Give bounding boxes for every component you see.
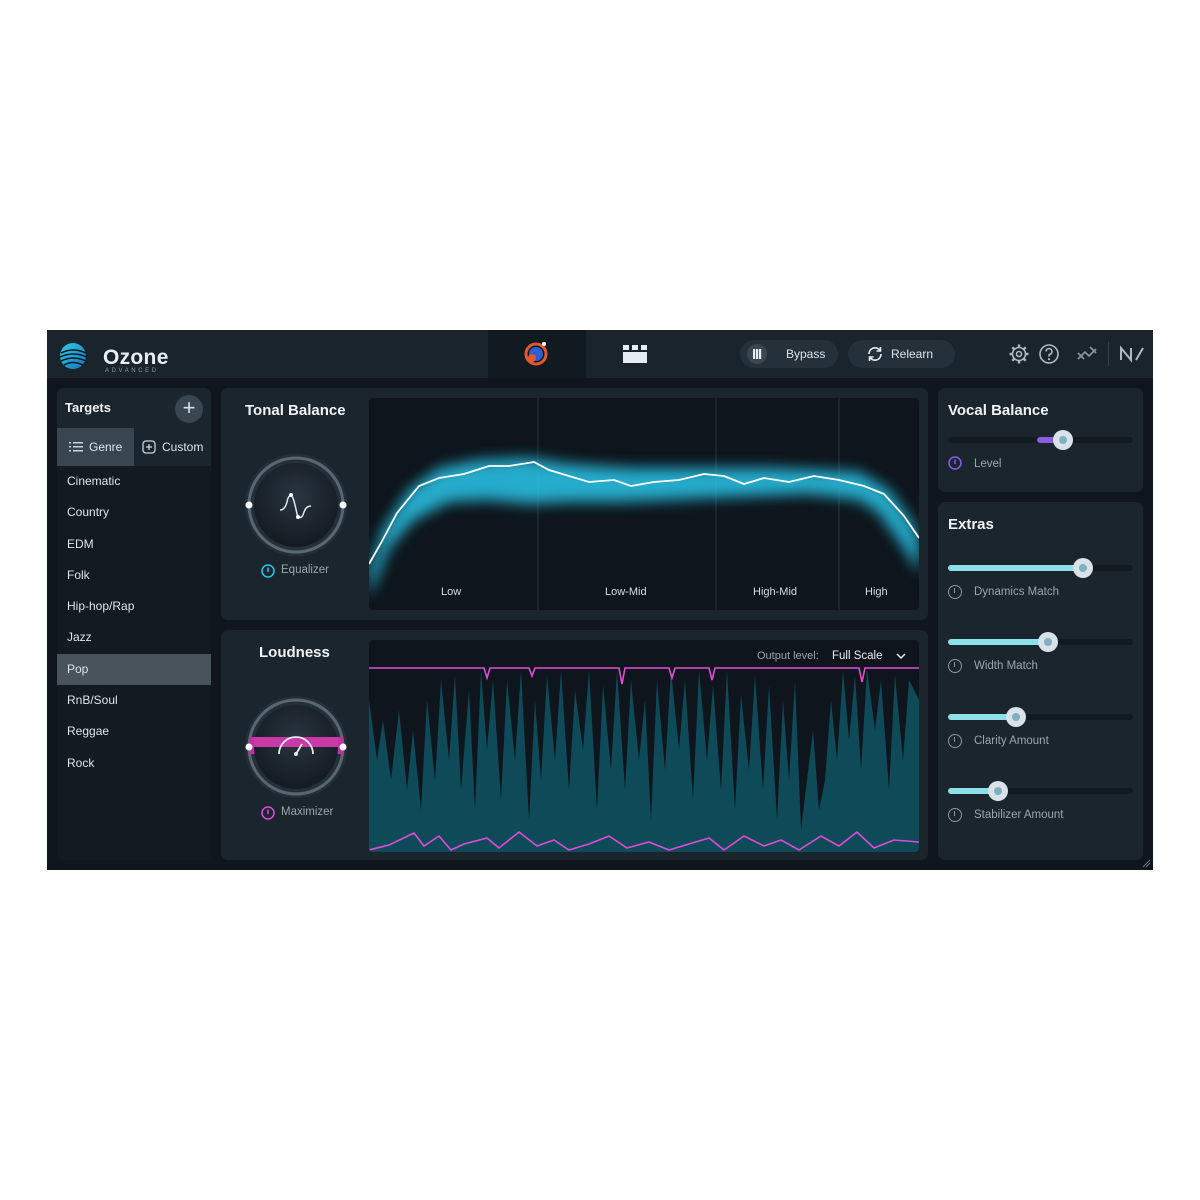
tonal-balance-graph: Low Low-Mid High-Mid High — [369, 398, 919, 610]
targets-title: Targets — [65, 400, 111, 415]
maximizer-knob[interactable] — [241, 692, 351, 802]
bypass-button[interactable]: Bypass — [740, 340, 838, 368]
slider-thumb[interactable] — [1073, 558, 1094, 578]
tonal-balance-curve — [369, 398, 919, 610]
slider-thumb[interactable] — [1006, 707, 1027, 727]
relearn-label: Relearn — [891, 347, 934, 361]
genre-item[interactable]: Jazz — [57, 622, 211, 653]
stabilizer-amount-label: Stabilizer Amount — [974, 809, 1064, 821]
loudness-waveform — [369, 667, 919, 852]
ozone-logo-icon — [59, 343, 88, 369]
route-icon[interactable] — [1075, 342, 1099, 366]
ni-logo-icon[interactable] — [1118, 342, 1146, 366]
band-label-low: Low — [441, 586, 462, 598]
equalizer-knob[interactable] — [241, 450, 351, 560]
maximizer-power-icon[interactable] — [261, 806, 275, 820]
loudness-panel: Loudness Maximizer Output level: Full Sc… — [221, 630, 928, 860]
extras-title: Extras — [948, 516, 994, 533]
level-label: Level — [974, 458, 1002, 470]
maximizer-knob-graphic — [245, 696, 347, 798]
equalizer-knob-graphic — [245, 454, 347, 556]
assistant-icon — [524, 342, 548, 366]
tonal-balance-title: Tonal Balance — [245, 402, 346, 419]
equalizer-label: Equalizer — [281, 564, 329, 576]
stabilizer-amount-power-icon[interactable] — [948, 808, 962, 822]
ozone-logo: Ozone ADVANCED — [57, 338, 177, 374]
tab-modules[interactable] — [587, 330, 685, 378]
genre-item[interactable]: Country — [57, 497, 211, 528]
genre-item[interactable]: Hip-hop/Rap — [57, 591, 211, 622]
slider-thumb[interactable] — [1037, 632, 1058, 652]
clarity-amount-label: Clarity Amount — [974, 735, 1049, 747]
tab-genre[interactable]: Genre — [57, 428, 134, 466]
modules-icon — [623, 345, 647, 363]
header-bar: Ozone ADVANCED Bypass Relearn — [47, 330, 1153, 378]
stabilizer-amount-slider[interactable] — [948, 781, 1133, 801]
app-edition: ADVANCED — [105, 368, 159, 374]
dynamics-match-label: Dynamics Match — [974, 586, 1059, 598]
targets-header: Targets + — [57, 388, 211, 428]
genre-item[interactable]: Reggae — [57, 716, 211, 747]
output-level-value: Full Scale — [832, 650, 883, 662]
genre-item[interactable]: Rock — [57, 748, 211, 779]
relearn-button[interactable]: Relearn — [848, 340, 955, 368]
header-divider — [1108, 342, 1109, 366]
slider-fill — [948, 565, 1084, 571]
equalizer-power-icon[interactable] — [261, 564, 275, 578]
genre-item[interactable]: EDM — [57, 529, 211, 560]
clarity-amount-slider[interactable] — [948, 707, 1133, 727]
resize-handle-icon[interactable] — [1141, 858, 1151, 868]
genre-item[interactable]: Cinematic — [57, 466, 211, 497]
level-slider[interactable] — [948, 430, 1133, 450]
ozone-window: Ozone ADVANCED Bypass Relearn Targets + … — [47, 330, 1153, 870]
loudness-title: Loudness — [259, 644, 330, 661]
extras-panel: Extras Dynamics Match Width Match Clarit… — [938, 502, 1143, 860]
tab-genre-label: Genre — [89, 440, 123, 454]
band-label-low-mid: Low-Mid — [605, 586, 647, 598]
output-level-label: Output level: — [757, 650, 819, 662]
tab-custom[interactable]: Custom — [134, 428, 211, 466]
relearn-icon — [868, 347, 882, 361]
maximizer-label: Maximizer — [281, 806, 334, 818]
help-icon[interactable] — [1037, 342, 1061, 366]
bypass-label: Bypass — [786, 347, 826, 361]
app-name: Ozone — [103, 346, 169, 369]
genre-item[interactable]: Folk — [57, 560, 211, 591]
slider-thumb[interactable] — [987, 781, 1008, 801]
slider-fill — [948, 639, 1048, 645]
vocal-balance-title: Vocal Balance — [948, 402, 1049, 419]
width-match-label: Width Match — [974, 660, 1038, 672]
slider-thumb[interactable] — [1052, 430, 1073, 450]
dynamics-match-power-icon[interactable] — [948, 585, 962, 599]
width-match-slider[interactable] — [948, 632, 1133, 652]
add-target-button[interactable]: + — [175, 395, 203, 423]
genre-item-selected[interactable]: Pop — [57, 653, 211, 686]
bypass-icon — [747, 344, 767, 364]
tab-custom-label: Custom — [162, 440, 204, 454]
targets-panel: Targets + Genre Custom Cinematic Country… — [57, 388, 211, 860]
tonal-balance-panel: Tonal Balance Equalizer Low Low-Mid High… — [221, 388, 928, 620]
band-label-high: High — [865, 586, 888, 598]
dynamics-match-slider[interactable] — [948, 558, 1133, 578]
chevron-down-icon — [896, 653, 906, 660]
clarity-amount-power-icon[interactable] — [948, 734, 962, 748]
band-label-high-mid: High-Mid — [753, 586, 798, 598]
loudness-graph: Output level: Full Scale — [369, 640, 919, 852]
level-power-icon[interactable] — [948, 456, 962, 470]
add-custom-icon — [142, 440, 156, 454]
tab-assistant[interactable] — [488, 330, 586, 378]
genre-item[interactable]: RnB/Soul — [57, 685, 211, 716]
list-icon — [69, 442, 83, 452]
width-match-power-icon[interactable] — [948, 659, 962, 673]
vocal-balance-panel: Vocal Balance Level — [938, 388, 1143, 492]
gear-icon[interactable] — [1007, 342, 1031, 366]
output-level-select[interactable]: Full Scale — [832, 650, 906, 662]
genre-list: Cinematic Country EDM Folk Hip-hop/Rap J… — [57, 466, 211, 779]
